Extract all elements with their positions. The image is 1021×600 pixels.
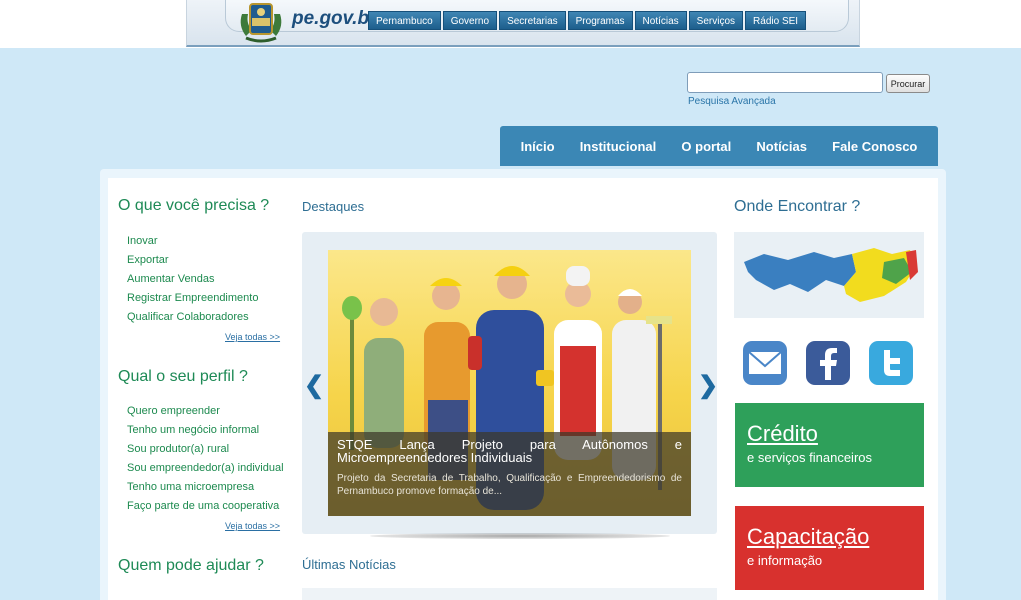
need-list-item[interactable]: Inovar: [127, 232, 258, 251]
gov-nav-item[interactable]: Rádio SEI: [745, 11, 807, 30]
help-section-title: Quem pode ajudar ?: [118, 557, 264, 574]
profile-list-item[interactable]: Tenho um negócio informal: [127, 421, 284, 440]
search-button[interactable]: Procurar: [886, 74, 930, 93]
gov-nav-item[interactable]: Notícias: [634, 11, 687, 30]
advanced-search-link[interactable]: Pesquisa Avançada: [688, 96, 776, 107]
gov-nav-item[interactable]: Pernambuco: [368, 11, 441, 30]
need-list-item[interactable]: Registrar Empreendimento: [127, 289, 258, 308]
main-nav: Início Institucional O portal Notícias F…: [500, 126, 938, 166]
slide-caption-text: Projeto da Secretaria de Trabalho, Quali…: [337, 473, 682, 497]
email-icon[interactable]: [742, 340, 788, 386]
main-nav-item[interactable]: O portal: [681, 139, 731, 154]
need-list-item[interactable]: Qualificar Colaboradores: [127, 308, 258, 327]
need-section-title: O que você precisa ?: [118, 197, 270, 214]
latest-news-title: Últimas Notícias: [302, 557, 396, 572]
main-nav-item[interactable]: Notícias: [756, 139, 807, 154]
next-slide-icon[interactable]: ❯: [698, 371, 718, 400]
see-all-needs-link[interactable]: Veja todas >>: [225, 332, 280, 342]
gov-nav: Pernambuco Governo Secretarias Programas…: [368, 11, 807, 30]
prev-slide-icon[interactable]: ❮: [304, 371, 324, 400]
profile-list: Quero empreender Tenho um negócio inform…: [127, 402, 284, 516]
gov-nav-item[interactable]: Governo: [442, 11, 498, 30]
state-crest-icon[interactable]: [236, 0, 286, 44]
gov-nav-item[interactable]: Serviços: [688, 11, 744, 30]
need-list-item[interactable]: Aumentar Vendas: [127, 270, 258, 289]
training-banner[interactable]: Capacitação e informação: [735, 506, 924, 590]
profile-list-item[interactable]: Faço parte de uma cooperativa: [127, 497, 284, 516]
training-title: Capacitação: [747, 524, 870, 549]
search-input[interactable]: [687, 72, 883, 93]
credit-banner[interactable]: Crédito e serviços financeiros: [735, 403, 924, 487]
region-map[interactable]: [734, 232, 924, 318]
training-subtitle: e informação: [747, 553, 823, 568]
need-list-item[interactable]: Exportar: [127, 251, 258, 270]
main-nav-item[interactable]: Institucional: [580, 139, 657, 154]
main-nav-item[interactable]: Início: [521, 139, 555, 154]
slide-caption-title: STQE Lança Projeto para Autônomos e Micr…: [337, 437, 682, 465]
see-all-profiles-link[interactable]: Veja todas >>: [225, 521, 280, 531]
latest-news-box: [302, 588, 717, 600]
main-nav-item[interactable]: Fale Conosco: [832, 139, 917, 154]
profile-list-item[interactable]: Sou empreendedor(a) individual: [127, 459, 284, 478]
profile-list-item[interactable]: Tenho uma microempresa: [127, 478, 284, 497]
profile-list-item[interactable]: Quero empreender: [127, 402, 284, 421]
need-list: Inovar Exportar Aumentar Vendas Registra…: [127, 232, 258, 327]
profile-section-title: Qual o seu perfil ?: [118, 368, 248, 385]
credit-title: Crédito: [747, 421, 818, 446]
slide-caption[interactable]: STQE Lança Projeto para Autônomos e Micr…: [328, 432, 691, 516]
gov-nav-item[interactable]: Programas: [567, 11, 633, 30]
twitter-icon[interactable]: [868, 340, 914, 386]
slider-shadow: [370, 533, 670, 539]
gov-nav-item[interactable]: Secretarias: [499, 11, 566, 30]
gov-logo-text[interactable]: pe.gov.br: [292, 8, 376, 30]
facebook-icon[interactable]: [805, 340, 851, 386]
highlights-title: Destaques: [302, 199, 365, 214]
credit-subtitle: e serviços financeiros: [747, 450, 872, 465]
profile-list-item[interactable]: Sou produtor(a) rural: [127, 440, 284, 459]
where-section-title: Onde Encontrar ?: [734, 198, 861, 215]
